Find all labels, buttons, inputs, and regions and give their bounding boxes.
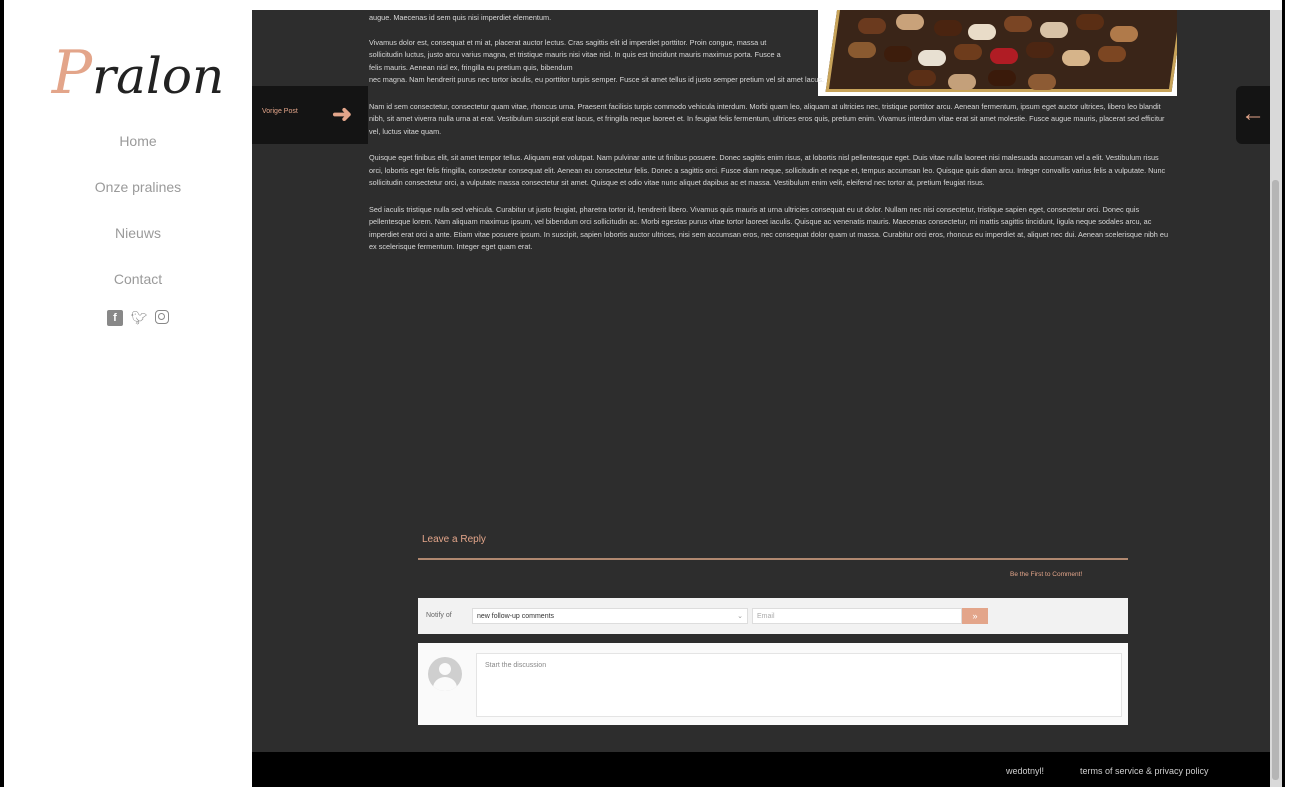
email-field[interactable]: Email: [752, 608, 962, 624]
subscribe-button[interactable]: »: [962, 608, 988, 624]
previous-post-label: Vorige Post: [262, 108, 298, 115]
comment-form: Start the discussion: [418, 643, 1128, 725]
footer-credit-link[interactable]: wedotnyl!: [1006, 766, 1044, 776]
arrow-left-icon: ←: [1241, 100, 1265, 127]
article-paragraph: Quisque eget finibus elit, sit amet temp…: [369, 153, 1166, 187]
nav-item-onze-pralines[interactable]: Onze pralines: [24, 164, 252, 210]
avatar-body: [433, 677, 457, 691]
subscribe-bar: Notify of new follow-up comments ⌄ Email…: [418, 598, 1128, 634]
leave-reply-heading: Leave a Reply: [422, 534, 486, 545]
site-footer: wedotnyl! terms of service & privacy pol…: [252, 752, 1270, 787]
avatar-head: [439, 663, 451, 675]
next-post-link[interactable]: ←: [1236, 86, 1270, 144]
twitter-icon[interactable]: 🐦︎: [131, 310, 148, 326]
article-paragraph: Vivamus dolor est, consequat et mi at, p…: [369, 37, 781, 72]
site-logo[interactable]: Pralon: [24, 38, 252, 118]
first-comment-text: Be the First to Comment!: [1010, 571, 1083, 578]
frame-top: [0, 0, 1297, 10]
nav-item-contact[interactable]: Contact: [24, 256, 252, 302]
scrollbar-thumb[interactable]: [1272, 180, 1279, 780]
nav-item-home[interactable]: Home: [24, 118, 252, 164]
notify-select[interactable]: new follow-up comments ⌄: [472, 608, 748, 624]
avatar: [428, 657, 462, 691]
chevron-down-icon: ⌄: [737, 613, 743, 620]
frame-border-left: [0, 0, 4, 787]
arrow-right-icon: ➜: [332, 101, 353, 128]
article-paragraph: Nam id sem consectetur, consectetur quam…: [369, 101, 1165, 136]
facebook-icon[interactable]: f: [107, 310, 123, 326]
comment-textarea[interactable]: Start the discussion: [476, 653, 1122, 717]
nav-item-nieuws[interactable]: Nieuws: [24, 210, 252, 256]
frame-border-right: [1282, 0, 1285, 787]
sidebar: Pralon Home Onze pralines Nieuws Contact…: [24, 10, 252, 787]
previous-post-link[interactable]: Vorige Post ➜: [252, 86, 368, 144]
divider: [418, 558, 1128, 560]
social-links: f 🐦︎: [24, 310, 252, 326]
notify-selected-value: new follow-up comments: [477, 613, 555, 620]
article-paragraph: nec magna. Nam hendrerit purus nec torto…: [369, 75, 825, 84]
article-paragraph: Sed iaculis tristique nulla sed vehicula…: [369, 204, 1169, 252]
article-paragraph: augue. Maecenas id sem quis nisi imperdi…: [369, 13, 552, 22]
post-article: augue. Maecenas id sem quis nisi imperdi…: [369, 12, 1171, 268]
notify-label: Notify of: [426, 612, 452, 619]
instagram-icon[interactable]: [155, 310, 169, 324]
main-nav: Home Onze pralines Nieuws Contact: [24, 118, 252, 302]
footer-terms-link[interactable]: terms of service & privacy policy: [1080, 766, 1209, 776]
